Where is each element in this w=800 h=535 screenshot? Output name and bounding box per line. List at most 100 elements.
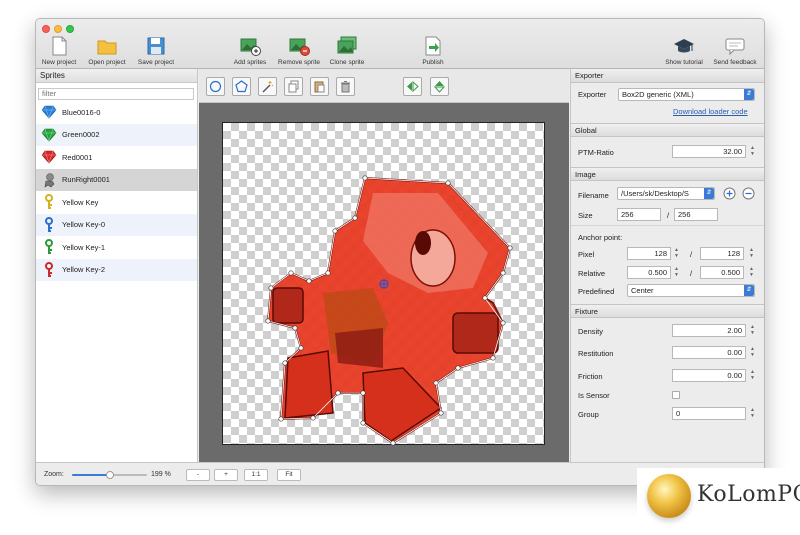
publish-icon	[425, 36, 441, 56]
sprite-item[interactable]: Yellow Key	[36, 191, 197, 214]
toolbar: New project Open project Save project Ad…	[36, 19, 764, 69]
open-project-button[interactable]: Open project	[84, 35, 130, 66]
add-sprites-label: Add sprites	[233, 59, 267, 66]
flip-horizontal-icon	[407, 80, 419, 93]
exporter-section-header: Exporter	[571, 69, 764, 83]
add-sprites-button[interactable]: Add sprites	[229, 35, 271, 66]
show-tutorial-button[interactable]: Show tutorial	[661, 35, 707, 66]
paste-tool[interactable]	[310, 77, 329, 96]
delete-tool[interactable]	[336, 77, 355, 96]
restitution-stepper[interactable]: ▲ ▼	[749, 346, 756, 359]
copy-tool[interactable]	[284, 77, 303, 96]
sprite-filter-input[interactable]	[38, 87, 194, 100]
friction-label: Friction	[578, 372, 603, 381]
group-stepper[interactable]: ▲ ▼	[749, 407, 756, 420]
new-project-button[interactable]: New project	[39, 35, 79, 66]
chevron-updown-icon: ⇵	[704, 188, 714, 199]
anchor-point-icon[interactable]	[379, 279, 389, 289]
watermark-text: KoLomPC	[697, 482, 800, 507]
sprite-item-selected[interactable]: RunRight0001	[36, 168, 197, 191]
density-field[interactable]: 2.00	[672, 324, 746, 337]
zoom-actual-size-button[interactable]: 1:1	[244, 469, 268, 481]
zoom-slider[interactable]	[72, 471, 147, 479]
density-label: Density	[578, 327, 604, 336]
filename-value: /Users/sk/Desktop/S	[621, 189, 689, 198]
sprite-item[interactable]: Red0001	[36, 146, 197, 169]
friction-field[interactable]: 0.00	[672, 369, 746, 382]
zoom-slider-knob[interactable]	[105, 471, 114, 479]
pixel-y-stepper[interactable]: ▲ ▼	[748, 247, 755, 260]
new-document-icon	[52, 36, 67, 56]
flip-vertical-tool[interactable]	[430, 77, 449, 96]
sprite-name: Yellow Key-2	[62, 265, 106, 275]
exporter-select[interactable]: Box2D generic (XML) ⇵	[618, 88, 755, 101]
magic-wand-icon	[262, 81, 274, 93]
polygon-tool[interactable]	[232, 77, 251, 96]
group-field[interactable]: 0	[672, 407, 746, 420]
ptm-ratio-stepper[interactable]: ▲ ▼	[749, 145, 756, 158]
sprite-item[interactable]: Blue0016-0	[36, 101, 197, 124]
relative-y-field[interactable]: 0.500	[700, 266, 744, 279]
close-window-button[interactable]	[42, 25, 50, 33]
filename-select[interactable]: /Users/sk/Desktop/S ⇵	[617, 187, 715, 200]
download-loader-link[interactable]: Download loader code	[673, 107, 748, 116]
red-key-icon	[45, 261, 53, 277]
zoom-in-button[interactable]: +	[214, 469, 238, 481]
predefined-label: Predefined	[578, 287, 615, 296]
circle-tool[interactable]	[206, 77, 225, 96]
clone-sprite-button[interactable]: Clone sprite	[325, 35, 369, 66]
add-image-button[interactable]	[723, 187, 736, 200]
clone-sprite-label: Clone sprite	[329, 59, 365, 66]
relative-x-stepper[interactable]: ▲ ▼	[673, 266, 680, 279]
zoom-slider-fill	[72, 474, 110, 476]
restitution-field[interactable]: 0.00	[672, 346, 746, 359]
remove-sprite-button[interactable]: Remove sprite	[273, 35, 325, 66]
speech-bubble-icon	[725, 38, 745, 56]
remove-image-button[interactable]	[742, 187, 755, 200]
zoom-label: Zoom:	[44, 471, 64, 478]
size-separator: /	[667, 211, 670, 220]
relative-row: Relative 0.500 ▲ ▼ / 0.500 ▲ ▼	[571, 264, 764, 283]
size-label: Size	[578, 211, 593, 220]
sprites-header: Sprites	[36, 69, 197, 83]
app-window: New project Open project Save project Ad…	[35, 18, 765, 486]
is-sensor-checkbox[interactable]	[672, 391, 680, 399]
sprite-item[interactable]: Yellow Key-2	[36, 258, 197, 281]
minimize-window-button[interactable]	[54, 25, 62, 33]
sprites-panel: Sprites Blue0016-0 Green0002 Red0001 Run…	[36, 69, 198, 462]
relative-x-field[interactable]: 0.500	[627, 266, 671, 279]
relative-y-stepper[interactable]: ▲ ▼	[748, 266, 755, 279]
magic-wand-tool[interactable]	[258, 77, 277, 96]
predefined-select[interactable]: Center ⇵	[627, 284, 755, 297]
sprite-shape[interactable]	[223, 123, 546, 446]
sprite-item[interactable]: Green0002	[36, 123, 197, 146]
pixel-y-field[interactable]: 128	[700, 247, 744, 260]
sprite-name: Yellow Key	[62, 197, 99, 207]
send-feedback-button[interactable]: Send feedback	[709, 35, 761, 66]
publish-button[interactable]: Publish	[418, 35, 448, 66]
ptm-ratio-field[interactable]: 32.00	[672, 145, 746, 158]
restitution-row: Restitution 0.00 ▲ ▼	[571, 342, 764, 364]
pixel-x-stepper[interactable]: ▲ ▼	[673, 247, 680, 260]
anchor-heading-row: Anchor point:	[571, 225, 764, 245]
sprite-item[interactable]: Yellow Key-0	[36, 213, 197, 236]
yellow-key-icon	[45, 194, 53, 210]
open-project-label: Open project	[88, 59, 126, 66]
pixel-x-field[interactable]: 128	[627, 247, 671, 260]
save-project-button[interactable]: Save project	[134, 35, 178, 66]
flip-horizontal-tool[interactable]	[403, 77, 422, 96]
copy-icon	[288, 80, 299, 93]
zoom-out-button[interactable]: -	[186, 469, 210, 481]
zoom-window-button[interactable]	[66, 25, 74, 33]
flip-vertical-icon	[433, 81, 446, 93]
pixel-separator: /	[690, 250, 693, 259]
sprite-item[interactable]: Yellow Key-1	[36, 236, 197, 259]
density-stepper[interactable]: ▲ ▼	[749, 324, 756, 337]
sprite-canvas[interactable]	[222, 122, 546, 446]
size-width-field: 256	[617, 208, 661, 221]
blue-key-icon	[45, 216, 53, 232]
filename-row: Filename /Users/sk/Desktop/S ⇵	[571, 181, 764, 205]
zoom-fit-button[interactable]: Fit	[277, 469, 301, 481]
size-height-field: 256	[674, 208, 718, 221]
friction-stepper[interactable]: ▲ ▼	[749, 369, 756, 382]
